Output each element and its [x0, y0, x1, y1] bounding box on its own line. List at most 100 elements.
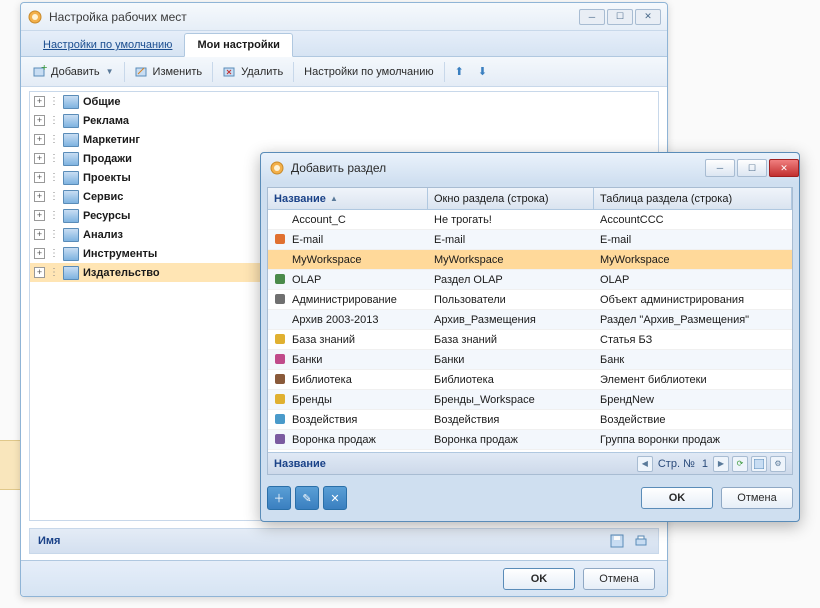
- folder-icon: [63, 152, 79, 166]
- refresh-button[interactable]: ⟳: [732, 456, 748, 472]
- tree-label: Анализ: [83, 229, 123, 241]
- add-record-button[interactable]: ＋: [267, 486, 291, 510]
- table-row[interactable]: OLAP Раздел OLAP OLAP: [268, 270, 792, 290]
- expand-icon[interactable]: +: [34, 229, 45, 240]
- page-first-button[interactable]: ◀: [637, 456, 653, 472]
- cell-table: Раздел "Архив_Размещения": [594, 314, 792, 326]
- defaults-button[interactable]: Настройки по умолчанию: [298, 63, 439, 81]
- dots-icon: ⋮: [49, 229, 59, 240]
- cell-table: Воздействие: [594, 414, 792, 426]
- column-name[interactable]: Название: [268, 188, 428, 209]
- row-icon: [274, 393, 288, 407]
- cell-table: Объект администрирования: [594, 294, 792, 306]
- dialog-ok-button[interactable]: OK: [641, 487, 713, 509]
- app-icon: [269, 160, 285, 176]
- tree-label: Общие: [83, 96, 121, 108]
- column-table[interactable]: Таблица раздела (строка): [594, 188, 792, 209]
- maximize-button[interactable]: ☐: [607, 9, 633, 25]
- edit-button[interactable]: Изменить: [129, 62, 209, 82]
- ok-button[interactable]: OK: [503, 568, 575, 590]
- app-icon: [27, 9, 43, 25]
- save-icon[interactable]: [608, 532, 626, 550]
- delete-record-button[interactable]: ✕: [323, 486, 347, 510]
- expand-icon[interactable]: +: [34, 172, 45, 183]
- tab-default-settings[interactable]: Настройки по умолчанию: [31, 34, 184, 56]
- cell-table: Статья БЗ: [594, 334, 792, 346]
- dialog-footer: ＋ ✎ ✕ OK Отмена: [267, 481, 793, 515]
- expand-icon[interactable]: +: [34, 191, 45, 202]
- cancel-button[interactable]: Отмена: [583, 568, 655, 590]
- table-row[interactable]: Account_C Не трогать! AccountCCC: [268, 210, 792, 230]
- pager: ◀ Стр. № 1 ▶ ⟳ ⚙: [637, 456, 786, 472]
- minimize-button[interactable]: ─: [705, 159, 735, 177]
- table-row[interactable]: Архив 2003-2013 Архив_Размещения Раздел …: [268, 310, 792, 330]
- folder-icon: [63, 133, 79, 147]
- expand-icon[interactable]: +: [34, 134, 45, 145]
- page-next-button[interactable]: ▶: [713, 456, 729, 472]
- tab-my-settings[interactable]: Мои настройки: [184, 33, 292, 57]
- status-bar: Название ◀ Стр. № 1 ▶ ⟳ ⚙: [268, 452, 792, 474]
- toolbar: + Добавить ▼ Изменить Удалить Настройки …: [21, 57, 667, 87]
- save-button[interactable]: [751, 456, 767, 472]
- row-icon: [274, 433, 288, 447]
- tree-label: Продажи: [83, 153, 132, 165]
- row-icon: [274, 293, 288, 307]
- minimize-button[interactable]: ─: [579, 9, 605, 25]
- cell-name: База знаний: [292, 334, 355, 346]
- add-button[interactable]: + Добавить ▼: [27, 62, 120, 82]
- table-row[interactable]: База знаний База знаний Статья БЗ: [268, 330, 792, 350]
- cell-table: Элемент библиотеки: [594, 374, 792, 386]
- tree-label: Сервис: [83, 191, 123, 203]
- arrow-up-icon: ⬆: [455, 65, 464, 78]
- main-footer: OK Отмена: [21, 560, 667, 596]
- cell-name: Бренды: [292, 394, 332, 406]
- svg-text:+: +: [41, 65, 47, 74]
- row-icon: [274, 413, 288, 427]
- tree-item[interactable]: + ⋮ Маркетинг: [30, 130, 658, 149]
- name-label: Имя: [38, 535, 60, 547]
- dropdown-icon: ▼: [106, 67, 114, 76]
- dots-icon: ⋮: [49, 115, 59, 126]
- folder-icon: [63, 190, 79, 204]
- expand-icon[interactable]: +: [34, 115, 45, 126]
- tree-item[interactable]: + ⋮ Реклама: [30, 111, 658, 130]
- expand-icon[interactable]: +: [34, 153, 45, 164]
- expand-icon[interactable]: +: [34, 96, 45, 107]
- cell-name: Account_C: [292, 214, 346, 226]
- folder-icon: [63, 266, 79, 280]
- expand-icon[interactable]: +: [34, 267, 45, 278]
- column-window[interactable]: Окно раздела (строка): [428, 188, 594, 209]
- expand-icon[interactable]: +: [34, 210, 45, 221]
- table-row[interactable]: Воздействия Воздействия Воздействие: [268, 410, 792, 430]
- grid-header: Название Окно раздела (строка) Таблица р…: [268, 188, 792, 210]
- maximize-button[interactable]: ☐: [737, 159, 767, 177]
- cell-name: Библиотека: [292, 374, 352, 386]
- add-icon: +: [33, 65, 47, 79]
- move-up-button[interactable]: ⬆: [449, 62, 470, 81]
- table-row[interactable]: Администрирование Пользователи Объект ад…: [268, 290, 792, 310]
- delete-button[interactable]: Удалить: [217, 62, 289, 82]
- folder-icon: [63, 171, 79, 185]
- print-icon[interactable]: [632, 532, 650, 550]
- grid-body[interactable]: Account_C Не трогать! AccountCCCE-mail E…: [268, 210, 792, 452]
- tree-label: Проекты: [83, 172, 131, 184]
- cell-name: E-mail: [292, 234, 323, 246]
- settings-button[interactable]: ⚙: [770, 456, 786, 472]
- dialog-cancel-button[interactable]: Отмена: [721, 487, 793, 509]
- close-button[interactable]: ✕: [769, 159, 799, 177]
- expand-icon[interactable]: +: [34, 248, 45, 259]
- tree-label: Маркетинг: [83, 134, 140, 146]
- page-number: 1: [700, 458, 710, 470]
- cell-window: Банки: [428, 354, 594, 366]
- table-row[interactable]: Воронка продаж Воронка продаж Группа вор…: [268, 430, 792, 450]
- table-row[interactable]: E-mail E-mail E-mail: [268, 230, 792, 250]
- table-row[interactable]: MyWorkspace MyWorkspace MyWorkspace: [268, 250, 792, 270]
- folder-icon: [63, 247, 79, 261]
- tree-item[interactable]: + ⋮ Общие: [30, 92, 658, 111]
- table-row[interactable]: Библиотека Библиотека Элемент библиотеки: [268, 370, 792, 390]
- table-row[interactable]: Бренды Бренды_Workspace БрендNew: [268, 390, 792, 410]
- table-row[interactable]: Банки Банки Банк: [268, 350, 792, 370]
- edit-record-button[interactable]: ✎: [295, 486, 319, 510]
- close-button[interactable]: ✕: [635, 9, 661, 25]
- move-down-button[interactable]: ⬇: [472, 62, 493, 81]
